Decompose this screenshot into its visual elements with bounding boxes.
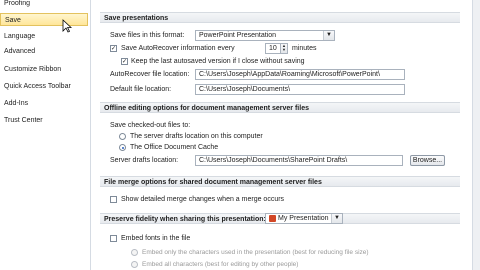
chevron-down-icon: ▼ (331, 214, 342, 223)
check-icon: ✓ (122, 59, 128, 65)
embed-fonts-checkbox[interactable] (110, 235, 117, 242)
sidebar-item-label: Trust Center (4, 117, 43, 124)
office-cache-option-label: The Office Document Cache (130, 144, 219, 151)
minutes-label: minutes (292, 45, 317, 52)
section-header-offline: Offline editing options for document man… (100, 102, 460, 113)
embed-all-label: Embed all characters (best for editing b… (142, 261, 299, 268)
options-sidebar: Proofing Save Language Advanced Customiz… (0, 0, 91, 270)
sidebar-item-customize-ribbon[interactable]: Customize Ribbon (0, 63, 88, 76)
sidebar-item-label: Save (5, 17, 21, 24)
chevron-down-icon: ▼ (323, 31, 334, 40)
drafts-location-input[interactable]: C:\Users\Joseph\Documents\SharePoint Dra… (195, 155, 403, 166)
mouse-cursor-icon (62, 19, 72, 33)
sidebar-item-label: Quick Access Toolbar (4, 83, 71, 90)
autorecover-location-input[interactable]: C:\Users\Joseph\AppData\Roaming\Microsof… (195, 69, 405, 80)
autorecover-label: Save AutoRecover information every (121, 45, 235, 52)
embed-only-radio[interactable] (131, 249, 138, 256)
sidebar-item-proofing[interactable]: Proofing (0, 0, 88, 10)
show-merge-changes-label: Show detailed merge changes when a merge… (121, 196, 285, 203)
minutes-spinner[interactable]: ▲ ▼ (281, 43, 288, 54)
sidebar-item-label: Add-Ins (4, 100, 29, 107)
server-drafts-radio[interactable] (119, 133, 126, 140)
server-drafts-option-label: The server drafts location on this compu… (130, 133, 263, 140)
section-header-merge: File merge options for shared document m… (100, 176, 460, 187)
sidebar-item-add-ins[interactable]: Add-Ins (0, 97, 88, 110)
sidebar-item-language[interactable]: Language (0, 30, 88, 43)
drafts-location-label: Server drafts location: (110, 157, 179, 164)
sidebar-item-label: Advanced (4, 48, 36, 55)
sidebar-item-advanced[interactable]: Advanced (0, 45, 88, 58)
default-location-label: Default file location: (110, 86, 172, 93)
autorecover-location-label: AutoRecover file location: (110, 71, 190, 78)
sidebar-item-quick-access-toolbar[interactable]: Quick Access Toolbar (0, 80, 88, 93)
office-cache-radio[interactable] (119, 144, 126, 151)
embed-fonts-label: Embed fonts in the file (121, 235, 191, 242)
vertical-scrollbar[interactable] (472, 0, 480, 270)
format-dropdown[interactable]: PowerPoint Presentation ▼ (195, 30, 335, 41)
sidebar-item-label: Language (4, 33, 36, 40)
check-icon: ✓ (111, 46, 117, 52)
browse-button[interactable]: Browse... (410, 155, 445, 166)
sidebar-item-save[interactable]: Save (0, 13, 88, 26)
format-label: Save files in this format: (110, 32, 185, 39)
presentation-dropdown[interactable]: My Presentation ▼ (265, 213, 343, 224)
sidebar-item-label: Customize Ribbon (4, 66, 62, 73)
default-location-input[interactable]: C:\Users\Joseph\Documents\ (195, 84, 405, 95)
keep-autosaved-checkbox[interactable]: ✓ (121, 58, 128, 65)
autorecover-minutes-input[interactable]: 10 (265, 43, 281, 54)
sidebar-item-label: Proofing (4, 0, 31, 7)
fidelity-heading: Preserve fidelity when sharing this pres… (104, 216, 266, 223)
show-merge-changes-checkbox[interactable] (110, 196, 117, 203)
autorecover-checkbox[interactable]: ✓ (110, 45, 117, 52)
presentation-value: My Presentation (278, 215, 329, 222)
section-header-save: Save presentations (100, 12, 460, 23)
embed-only-label: Embed only the characters used in the pr… (142, 249, 369, 256)
sidebar-item-trust-center[interactable]: Trust Center (0, 114, 88, 127)
format-value: PowerPoint Presentation (199, 32, 277, 39)
save-checked-out-label: Save checked-out files to: (110, 122, 191, 129)
keep-autosaved-label: Keep the last autosaved version if I clo… (131, 58, 305, 65)
powerpoint-icon (269, 214, 276, 222)
embed-all-radio[interactable] (131, 261, 138, 268)
